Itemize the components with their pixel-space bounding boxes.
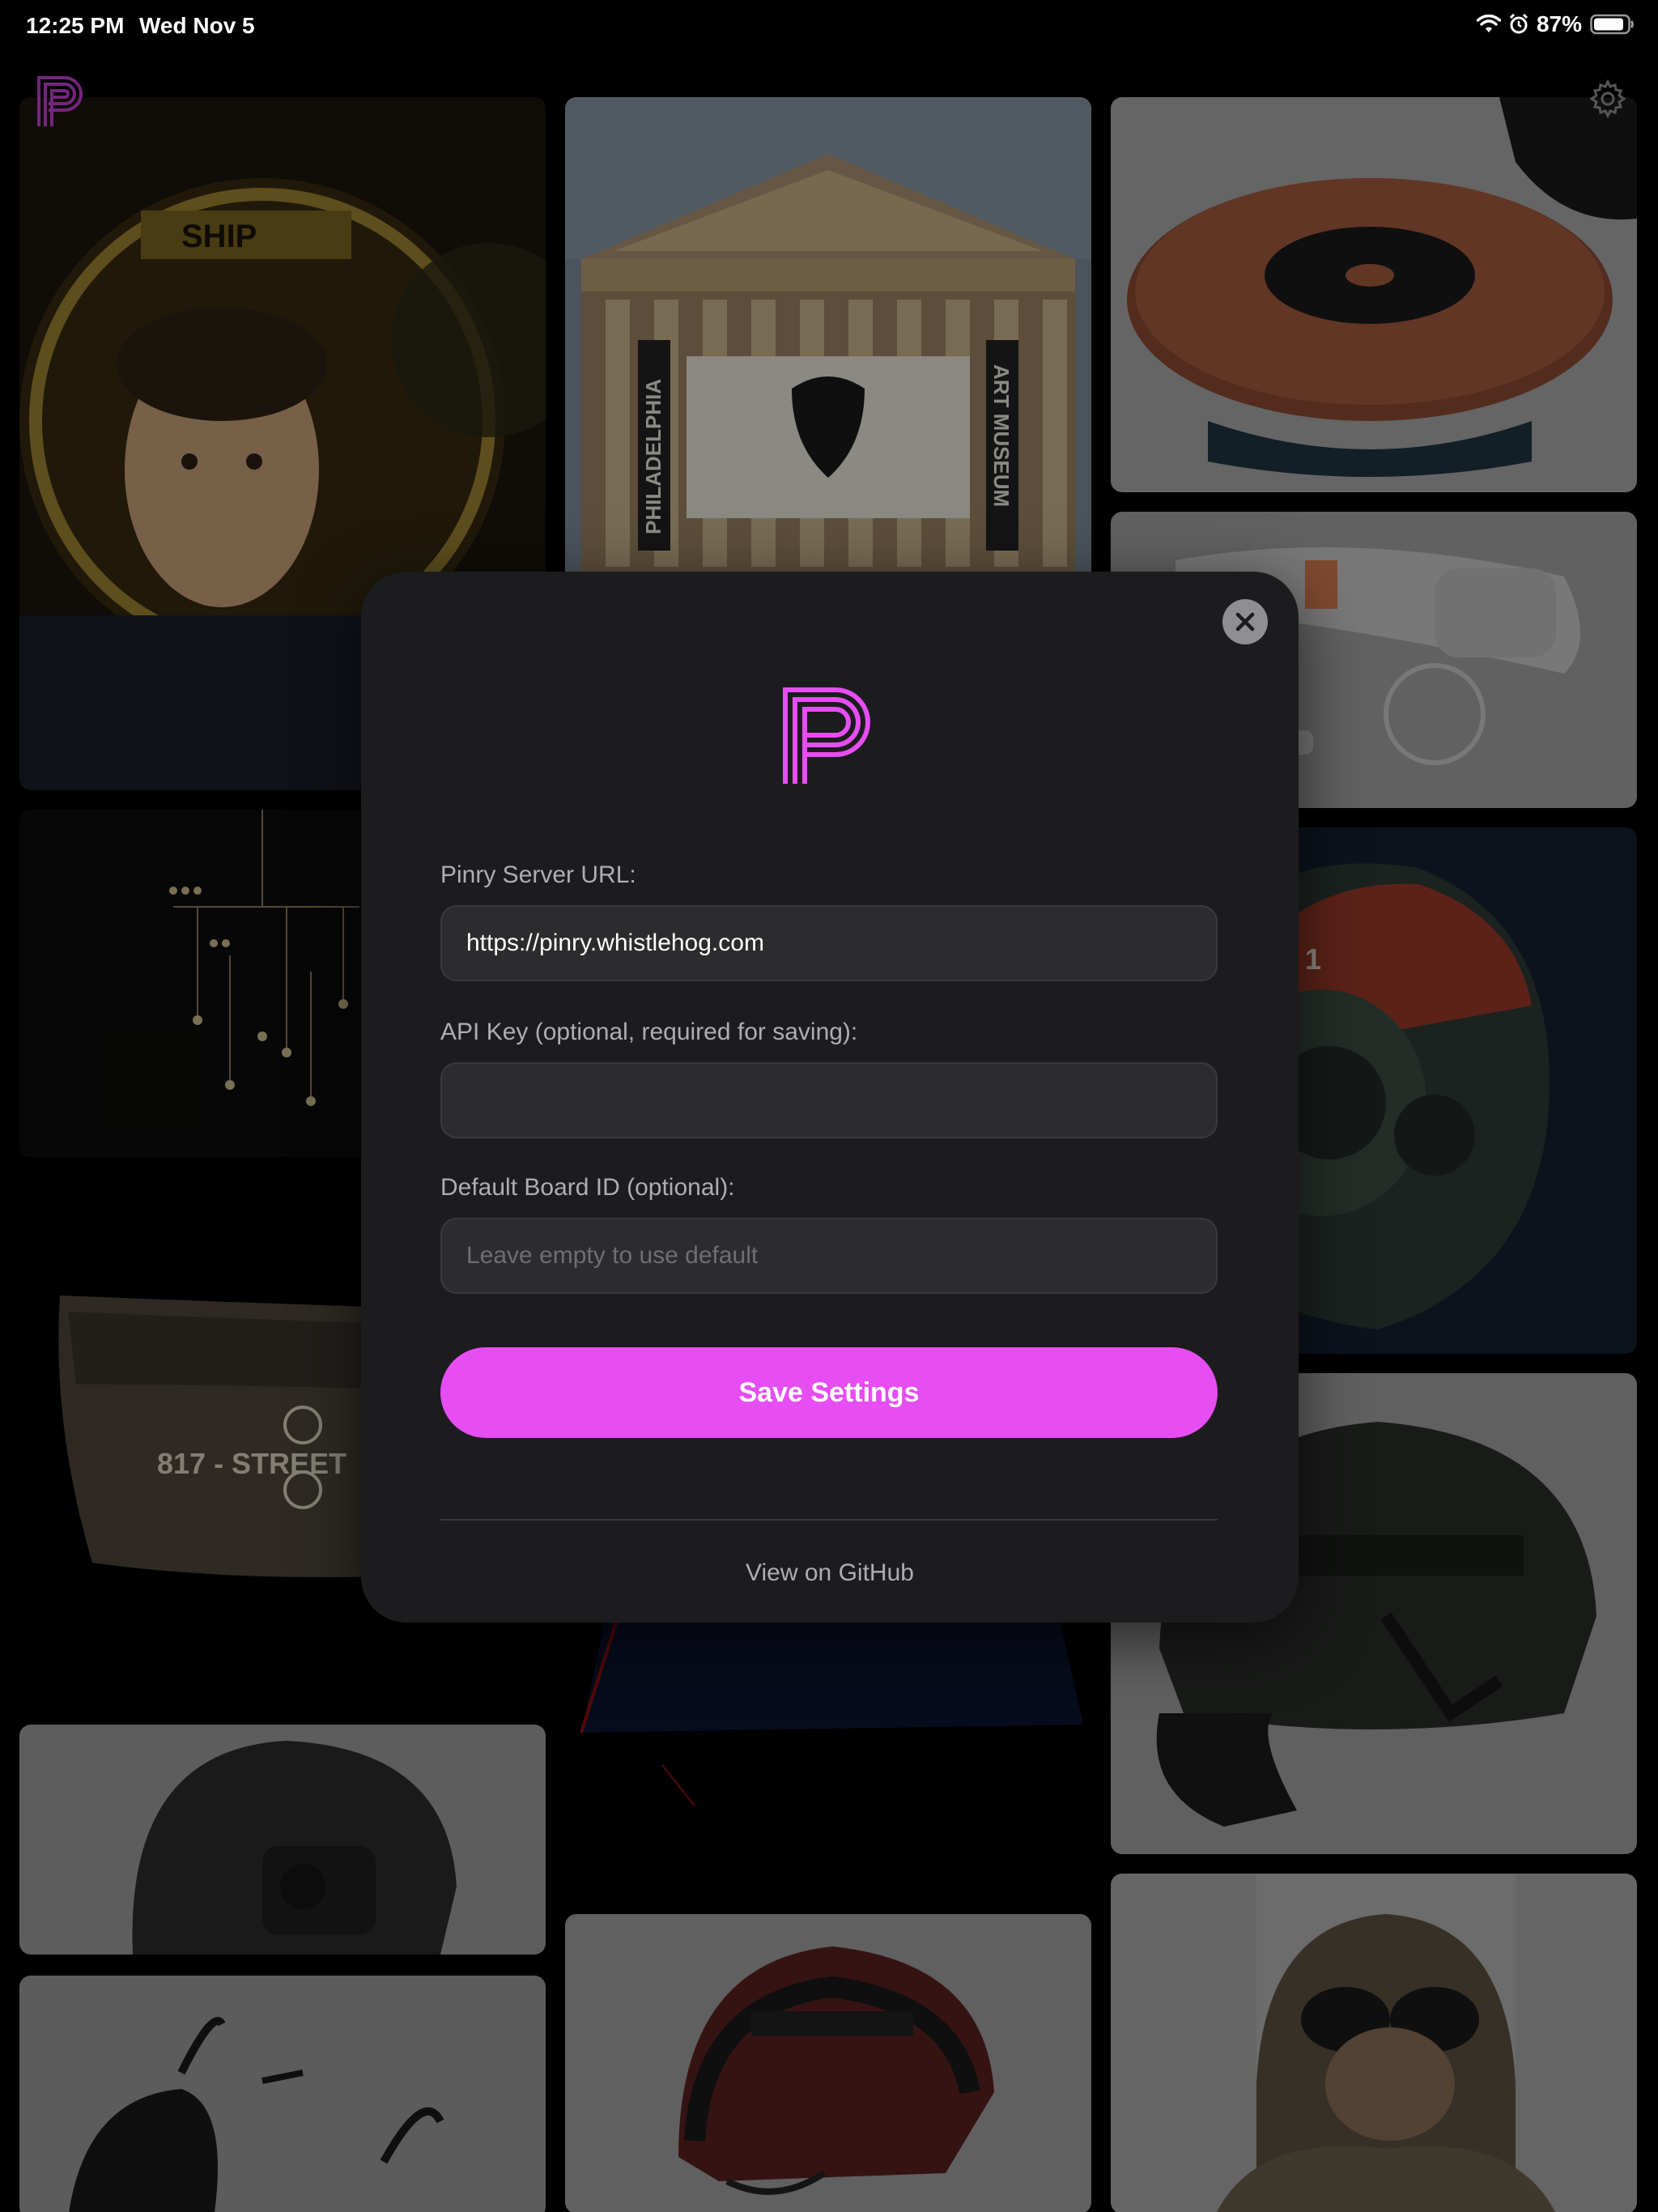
- close-button[interactable]: [1222, 599, 1268, 644]
- board-id-input[interactable]: [440, 1218, 1218, 1294]
- api-key-input[interactable]: [440, 1062, 1218, 1138]
- app-screen: 12:25 PM Wed Nov 5 87% SHIP 817 - STREET…: [0, 0, 1658, 2212]
- view-on-github-link[interactable]: View on GitHub: [361, 1559, 1299, 1587]
- api-key-label: API Key (optional, required for saving):: [440, 1019, 858, 1045]
- pinry-logo-icon: [783, 687, 870, 784]
- board-id-label: Default Board ID (optional):: [440, 1174, 735, 1201]
- close-icon: [1235, 612, 1255, 632]
- save-settings-button[interactable]: Save Settings: [440, 1347, 1218, 1438]
- status-bar: 12:25 PM Wed Nov 5 87%: [0, 0, 1658, 52]
- battery-percent: 87%: [1536, 11, 1582, 36]
- status-time: 12:25 PM: [26, 13, 125, 38]
- settings-modal: Pinry Server URL: API Key (optional, req…: [361, 572, 1299, 1623]
- server-url-label: Pinry Server URL:: [440, 861, 636, 888]
- status-indicators: 87%: [1476, 11, 1635, 37]
- divider: [440, 1519, 1218, 1521]
- battery-icon: [1590, 14, 1634, 35]
- wifi-icon: [1476, 15, 1501, 32]
- server-url-input[interactable]: [440, 905, 1218, 981]
- alarm-icon: [1509, 14, 1528, 34]
- status-date: Wed Nov 5: [139, 13, 255, 38]
